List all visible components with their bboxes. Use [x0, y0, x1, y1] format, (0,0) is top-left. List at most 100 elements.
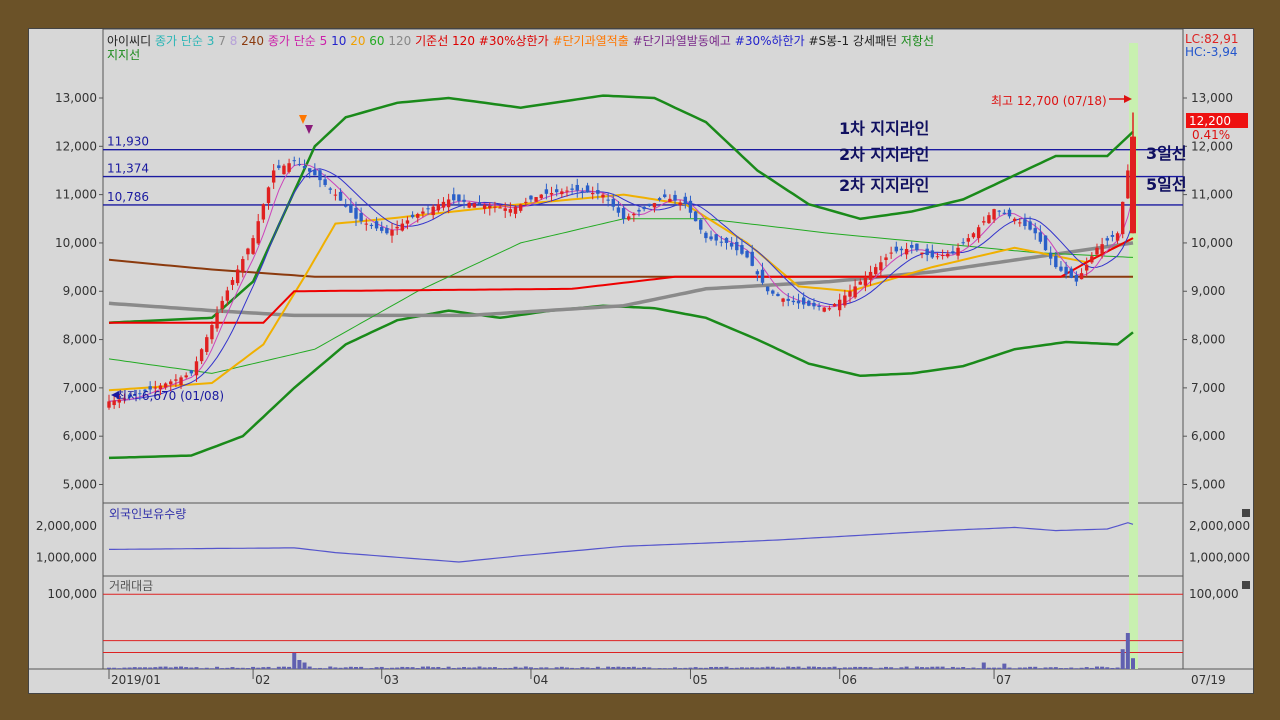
candle-body [1059, 266, 1063, 271]
volume-bar [796, 666, 801, 669]
legend-item[interactable]: 종가 단순 5 [264, 34, 327, 48]
volume-bar [817, 666, 822, 669]
xtick-label-right: 07/19 [1191, 673, 1226, 687]
candle-body [997, 210, 1001, 212]
volume-bar [709, 666, 714, 669]
candle-body [771, 290, 775, 294]
legend-item[interactable]: 아이씨디 [107, 34, 151, 48]
legend-item[interactable]: #30%하한가 [731, 34, 805, 48]
legend-item[interactable]: 저항선 [897, 34, 934, 48]
volume-bar [1089, 667, 1094, 669]
candle-body [657, 198, 662, 201]
volume-bar [770, 666, 775, 669]
legend-item[interactable]: 10 [327, 34, 346, 48]
foreign-ytick-left: 1,000,000 [36, 550, 97, 564]
volume-bar [544, 667, 549, 669]
volume-bar [148, 667, 153, 669]
candle-body [1043, 235, 1048, 251]
legend-item[interactable]: 120 [385, 34, 412, 48]
volume-bar [426, 666, 431, 669]
volume-bar [173, 666, 178, 669]
candle-body [971, 233, 976, 238]
legend-item[interactable]: #S봉-1 강세패턴 [805, 34, 897, 48]
candle-body [498, 207, 502, 209]
legend-item[interactable]: 8 [226, 34, 237, 48]
legend-item[interactable]: 7 [214, 34, 225, 48]
candle-body [441, 201, 446, 208]
value-panel-close-icon[interactable] [1242, 581, 1250, 589]
candle-body [400, 223, 405, 231]
volume-bar [467, 667, 472, 669]
volume-bar [986, 667, 991, 669]
candle-body [220, 300, 224, 309]
volume-bar [673, 667, 678, 669]
candle-body [801, 297, 806, 305]
candle-body [1007, 209, 1012, 217]
candle-body [333, 194, 338, 196]
support-level-label: 11,930 [107, 135, 149, 149]
candle-body [266, 187, 271, 204]
candle-body [230, 279, 235, 285]
xtick-label: 07 [996, 673, 1011, 687]
candle-body [369, 224, 374, 227]
volume-bar [292, 652, 297, 669]
volume-bar [1125, 633, 1130, 669]
volume-bar [554, 667, 559, 669]
legend-item[interactable]: 기준선 120 [411, 34, 475, 48]
candle-body [215, 312, 219, 329]
volume-bar [405, 667, 410, 669]
volume-bar [729, 667, 734, 669]
candle-body [328, 188, 332, 190]
candle-body [1012, 218, 1017, 222]
candle-body [508, 209, 513, 213]
candle-body [282, 165, 286, 175]
hc-readout: HC:-3,94 [1185, 45, 1238, 59]
candle-body [781, 298, 785, 302]
candle-body [477, 202, 482, 205]
legend-item[interactable]: 종가 단순 3 [151, 34, 214, 48]
volume-bar [837, 667, 842, 669]
candle-body [277, 165, 281, 169]
candle-body [256, 221, 260, 244]
candle-body [585, 185, 590, 193]
legend-item[interactable]: 240 [237, 34, 264, 48]
volume-bar [143, 667, 148, 669]
ytick-label-right: 7,000 [1191, 381, 1225, 395]
legend-item[interactable]: #단기과열발동예고 [629, 34, 731, 48]
volume-bar [1100, 666, 1105, 669]
candle-body [436, 204, 441, 211]
volume-bar [379, 666, 384, 669]
legend-item[interactable]: 60 [365, 34, 384, 48]
volume-bar [966, 668, 971, 669]
chart-canvas[interactable]: 11,930 11,374 10,786 13,000 13,000 12,000 12,… [29, 29, 1253, 693]
candle-body [837, 299, 842, 311]
candle-body [539, 194, 543, 199]
volume-bar [868, 667, 873, 669]
volume-bar [585, 667, 590, 669]
low-annotation: 최저 6,670 (01/08) [116, 389, 224, 403]
volume-bar [667, 668, 672, 669]
candle-body [251, 238, 255, 254]
legend-item[interactable]: 20 [346, 34, 365, 48]
volume-bar [1053, 667, 1058, 669]
candle-body [935, 256, 940, 258]
volume-bar [225, 667, 230, 669]
candle-body [1028, 221, 1032, 230]
last-candle-body [1130, 136, 1136, 234]
candle-body [812, 302, 816, 307]
candle-body [380, 226, 384, 231]
candle-body [976, 227, 981, 239]
candle-body [714, 234, 718, 241]
candle-body [822, 307, 826, 312]
volume-bar [904, 666, 909, 669]
foreign-panel-close-icon[interactable] [1242, 509, 1250, 517]
candle-body [699, 219, 703, 230]
legend-item[interactable]: #단기과열적출 [549, 34, 629, 48]
candle-body [987, 215, 991, 224]
volume-bar [158, 666, 163, 669]
value-ytick-right: 100,000 [1189, 587, 1239, 601]
volume-bar [245, 668, 250, 669]
legend-item[interactable]: #30%상한가 [475, 34, 549, 48]
candle-body [848, 291, 852, 297]
volume-bar [328, 666, 333, 669]
